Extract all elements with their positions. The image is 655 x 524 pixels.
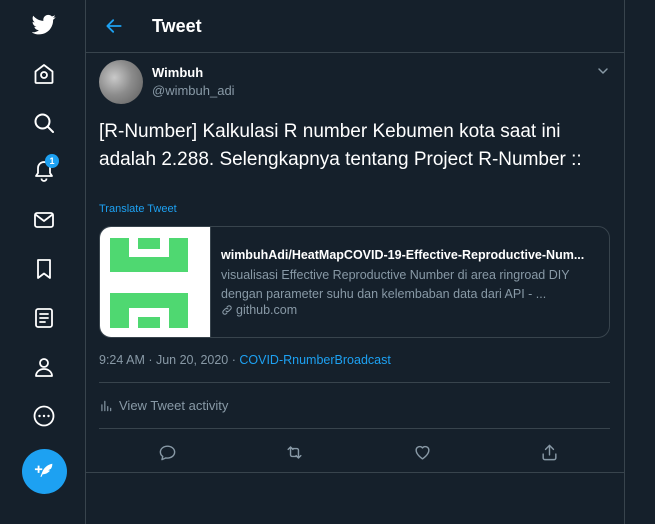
tweet-meta: 9:24 AM · Jun 20, 2020 · COVID-RnumberBr…	[99, 353, 391, 367]
reply-button[interactable]	[155, 440, 179, 464]
divider	[99, 382, 610, 383]
author-handle[interactable]: @wimbuh_adi	[152, 83, 235, 98]
more-icon[interactable]	[22, 394, 66, 438]
card-domain-text: github.com	[236, 303, 298, 317]
tweet-detail-column: Tweet Wimbuh @wimbuh_adi [R-Number] Kalk…	[86, 0, 625, 524]
tweet-text: [R-Number] Kalkulasi R number Kebumen ko…	[99, 121, 582, 170]
link-icon	[222, 305, 232, 315]
retweet-button[interactable]	[282, 440, 306, 464]
chevron-down-icon	[598, 68, 608, 74]
card-domain: github.com	[221, 303, 297, 317]
tweet-timestamp[interactable]: 9:24 AM · Jun 20, 2020 ·	[99, 353, 239, 367]
messages-icon[interactable]	[22, 198, 66, 242]
share-icon	[541, 444, 557, 460]
card-title: wimbuhAdi/HeatMapCOVID-19-Effective-Repr…	[221, 248, 585, 262]
author-name[interactable]: Wimbuh	[152, 65, 203, 80]
view-activity-button[interactable]: View Tweet activity	[99, 398, 228, 413]
home-icon[interactable]	[22, 52, 66, 96]
tweet-actions	[99, 430, 610, 472]
tweet-options-button[interactable]	[594, 62, 612, 80]
lists-icon[interactable]	[22, 296, 66, 340]
header: Tweet	[86, 0, 624, 53]
divider	[99, 428, 610, 429]
bookmarks-icon[interactable]	[22, 247, 66, 291]
github-thumbnail	[100, 227, 211, 337]
notifications-icon[interactable]: 1	[22, 149, 66, 193]
view-activity-label: View Tweet activity	[119, 398, 229, 413]
like-button[interactable]	[410, 440, 434, 464]
link-preview-card[interactable]: wimbuhAdi/HeatMapCOVID-19-Effective-Repr…	[99, 226, 610, 338]
compose-tweet-button[interactable]	[22, 449, 67, 494]
back-button[interactable]	[100, 12, 128, 40]
reply-icon	[159, 444, 175, 460]
compose-icon	[34, 463, 52, 477]
sidebar: 1	[0, 0, 86, 524]
arrow-left-icon	[106, 19, 122, 33]
explore-icon[interactable]	[22, 101, 66, 145]
heart-icon	[414, 445, 430, 460]
retweet-icon	[286, 445, 302, 459]
analytics-icon	[101, 400, 112, 411]
notification-badge: 1	[45, 154, 59, 168]
card-description: visualisasi Effective Reproductive Numbe…	[221, 268, 570, 301]
avatar[interactable]	[99, 60, 143, 104]
profile-icon[interactable]	[22, 345, 66, 389]
share-button[interactable]	[537, 440, 561, 464]
twitter-logo-icon[interactable]	[22, 2, 66, 46]
card-body: wimbuhAdi/HeatMapCOVID-19-Effective-Repr…	[211, 227, 609, 337]
translate-tweet-link[interactable]: Translate Tweet	[99, 203, 177, 215]
page-title: Tweet	[152, 16, 202, 36]
divider	[86, 472, 625, 473]
tweet-source-link[interactable]: COVID-RnumberBroadcast	[239, 353, 390, 367]
